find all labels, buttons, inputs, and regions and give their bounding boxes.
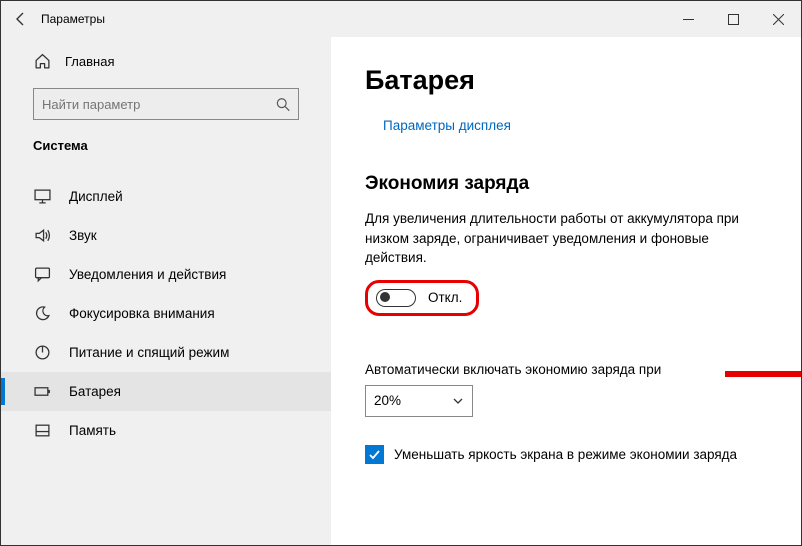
sidebar-item-battery[interactable]: Батарея [1,372,331,411]
titlebar: Параметры [1,1,801,37]
power-icon [33,344,51,361]
sidebar-item-label: Батарея [69,384,121,399]
minimize-icon [683,14,694,25]
monitor-icon [33,188,51,205]
battery-saver-toggle[interactable]: Откл. [365,280,479,316]
arrow-left-icon [13,11,29,27]
check-icon [368,448,381,461]
display-params-link[interactable]: Параметры дисплея [365,118,767,133]
sidebar-item-label: Память [69,423,116,438]
sidebar-item-label: Фокусировка внимания [69,306,215,321]
storage-icon [33,422,51,439]
sidebar: Главная Система Дисплей Звук Уведомления… [1,37,331,545]
maximize-button[interactable] [711,1,756,37]
brightness-checkbox-label: Уменьшать яркость экрана в режиме эконом… [394,447,737,462]
toggle-knob [380,292,390,302]
window-controls [666,1,801,37]
section-label: Система [1,134,331,163]
chat-icon [33,266,51,283]
search-icon [276,97,290,112]
sidebar-item-sound[interactable]: Звук [1,216,331,255]
nav-list: Дисплей Звук Уведомления и действия Фоку… [1,177,331,450]
home-nav[interactable]: Главная [1,43,331,80]
moon-icon [33,305,51,322]
home-label: Главная [65,54,114,69]
close-button[interactable] [756,1,801,37]
battery-saver-title: Экономия заряда [365,173,767,195]
battery-saver-desc: Для увеличения длительности работы от ак… [365,209,745,268]
brightness-checkbox-row[interactable]: Уменьшать яркость экрана в режиме эконом… [365,445,767,464]
page-title: Батарея [365,65,767,96]
toggle-state-label: Откл. [428,290,462,305]
sound-icon [33,227,51,244]
home-icon [33,53,51,70]
toggle-switch[interactable] [376,289,416,307]
maximize-icon [728,14,739,25]
search-field[interactable] [42,97,276,112]
sidebar-item-storage[interactable]: Память [1,411,331,450]
brightness-checkbox[interactable] [365,445,384,464]
auto-on-label: Автоматически включать экономию заряда п… [365,362,767,377]
back-button[interactable] [1,1,41,37]
minimize-button[interactable] [666,1,711,37]
sidebar-item-power[interactable]: Питание и спящий режим [1,333,331,372]
auto-on-value: 20% [374,393,401,408]
sidebar-item-display[interactable]: Дисплей [1,177,331,216]
sidebar-item-label: Уведомления и действия [69,267,226,282]
search-input[interactable] [33,88,299,120]
window-title: Параметры [41,12,105,26]
auto-on-select[interactable]: 20% [365,385,473,417]
sidebar-item-focus[interactable]: Фокусировка внимания [1,294,331,333]
sidebar-item-notifications[interactable]: Уведомления и действия [1,255,331,294]
sidebar-item-label: Звук [69,228,97,243]
sidebar-item-label: Дисплей [69,189,123,204]
battery-icon [33,383,51,400]
chevron-down-icon [452,395,464,407]
sidebar-item-label: Питание и спящий режим [69,345,229,360]
close-icon [773,14,784,25]
content-area: Батарея Параметры дисплея Экономия заряд… [331,37,801,545]
